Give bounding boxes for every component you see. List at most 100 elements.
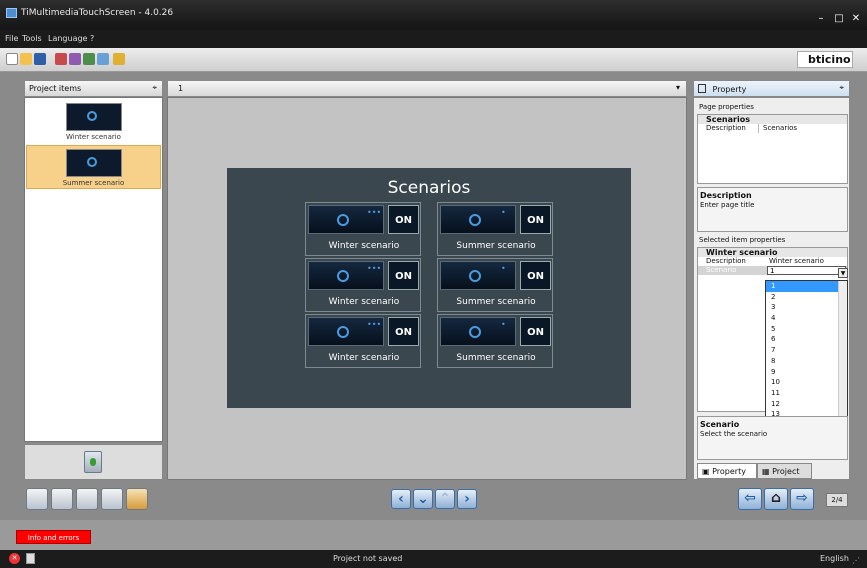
maximize-icon[interactable]: □ [831,13,847,25]
dropdown-option[interactable]: 12 [766,399,847,410]
grid-section: Scenarios [698,115,847,124]
menu-language[interactable]: Language [48,34,87,43]
minimize-icon[interactable]: – [813,13,829,25]
tab-project-label: Project [772,467,800,476]
scenario-card-label: Summer scenario [456,353,536,363]
dropdown-option[interactable]: 9 [766,367,847,378]
app-icon [6,8,17,18]
cut-icon[interactable] [51,488,73,510]
on-button[interactable]: ON [388,317,419,346]
on-button[interactable]: ON [520,205,551,234]
dropdown-option[interactable]: 8 [766,356,847,367]
dropdown-option[interactable]: 6 [766,334,847,345]
project-icon: ▦ [762,467,773,476]
pin-icon[interactable]: ⌖ [152,83,157,93]
on-button[interactable]: ON [388,261,419,290]
scenario-card[interactable]: • ON Summer scenario [437,314,553,368]
arrow-left-icon[interactable]: ‹ [391,489,411,509]
scenario-card[interactable]: • ON Summer scenario [437,202,553,256]
project-items-title: Project items [29,84,82,93]
description-title: Description [700,191,752,200]
grid-row-selected[interactable]: Scenario 1 [698,266,847,275]
chevron-down-icon[interactable]: ▾ [676,83,680,92]
resize-grip-icon[interactable]: ⋰ [852,556,860,565]
dropdown-option[interactable]: 1 [766,281,847,292]
scenario-card[interactable]: • ON Summer scenario [437,258,553,312]
help-title: Scenario [700,420,740,429]
menu-file[interactable]: File [5,34,18,43]
info-errors-button[interactable]: Info and errors [16,530,91,544]
on-button[interactable]: ON [520,261,551,290]
page-selector-value: 1 [178,84,184,93]
scenario-card[interactable]: ••• ON Winter scenario [305,314,421,368]
tab-property[interactable]: ▣ Property [697,463,757,479]
document-icon[interactable] [26,553,35,564]
scenario-select[interactable]: 1 [767,266,846,275]
pin-icon[interactable]: ⌖ [839,83,844,93]
grid-row-value[interactable]: Winter scenario [766,257,824,266]
palette-icon[interactable] [126,488,148,510]
language-status[interactable]: English [820,554,849,563]
status-text: Project not saved [333,554,403,563]
scenario-card-label: Winter scenario [328,353,400,363]
touchscreen-preview [227,168,631,408]
dropdown-option[interactable]: 10 [766,377,847,388]
tab-project[interactable]: ▦ Project [757,463,812,479]
page-property-grid: Scenarios Description Scenarios [697,114,848,184]
on-button[interactable]: ON [388,205,419,234]
grid-row[interactable]: Description Winter scenario [698,257,847,266]
dropdown-scrollbar[interactable] [838,281,847,421]
page-selector[interactable]: 1 ▾ [167,80,687,97]
scenario-dropdown[interactable]: 1 2 3 4 5 6 7 8 9 10 11 12 13 [765,280,848,422]
export-icon[interactable] [55,53,67,65]
dropdown-option[interactable]: 7 [766,345,847,356]
scenario-card[interactable]: ••• ON Winter scenario [305,258,421,312]
dropdown-option[interactable]: 3 [766,302,847,313]
grid-icon[interactable] [101,488,123,510]
menu-tools[interactable]: Tools [22,34,42,43]
grid-row-label: Scenario [706,266,737,274]
info-area [0,520,867,550]
scenario-thumbnail-icon [65,149,122,177]
copy-icon[interactable] [26,488,48,510]
menu-help[interactable]: ? [90,34,94,43]
open-folder-icon[interactable] [20,53,32,65]
dropdown-option[interactable]: 4 [766,313,847,324]
dropdown-option[interactable]: 11 [766,388,847,399]
list-item[interactable]: Winter scenario [26,100,161,144]
arrow-up-icon[interactable]: ⌃ [435,489,455,509]
selected-item-label: Selected item properties [699,236,786,244]
description-text: Enter page title [700,201,755,209]
error-icon[interactable]: ✕ [9,553,20,564]
dropdown-option[interactable]: 2 [766,292,847,303]
arrow-down-icon[interactable]: ⌄ [413,489,433,509]
scenario-card-label: Winter scenario [328,297,400,307]
property-icon [698,84,706,93]
close-icon[interactable]: ✕ [848,13,864,25]
chevron-down-icon[interactable]: ▼ [838,268,848,278]
brand-logo: bticino [797,51,853,68]
window-title: TiMultimediaTouchScreen - 4.0.26 [21,8,174,18]
send-icon[interactable] [83,53,95,65]
prev-page-icon[interactable]: ⇦ [738,488,762,510]
paste-icon[interactable] [76,488,98,510]
dropdown-option[interactable]: 5 [766,324,847,335]
project-items-list: Winter scenario Summer scenario [24,97,163,442]
on-button[interactable]: ON [520,317,551,346]
new-file-icon[interactable] [6,53,18,65]
next-page-icon[interactable]: ⇨ [790,488,814,510]
list-item-selected[interactable]: Summer scenario [26,145,161,189]
arrow-right-icon[interactable]: › [457,489,477,509]
list-item-label: Summer scenario [62,179,125,187]
import-icon[interactable] [69,53,81,65]
grid-row-value[interactable]: Scenarios [758,124,797,133]
tools-dropdown-icon[interactable] [113,53,125,65]
device-icon[interactable] [97,53,109,65]
home-icon[interactable]: ⌂ [764,488,788,510]
scenario-card-label: Winter scenario [328,241,400,251]
save-icon[interactable] [34,53,46,65]
recycle-mark [90,458,96,466]
grid-row[interactable]: Description Scenarios [698,124,847,133]
list-item-label: Winter scenario [66,133,121,141]
scenario-card[interactable]: ••• ON Winter scenario [305,202,421,256]
